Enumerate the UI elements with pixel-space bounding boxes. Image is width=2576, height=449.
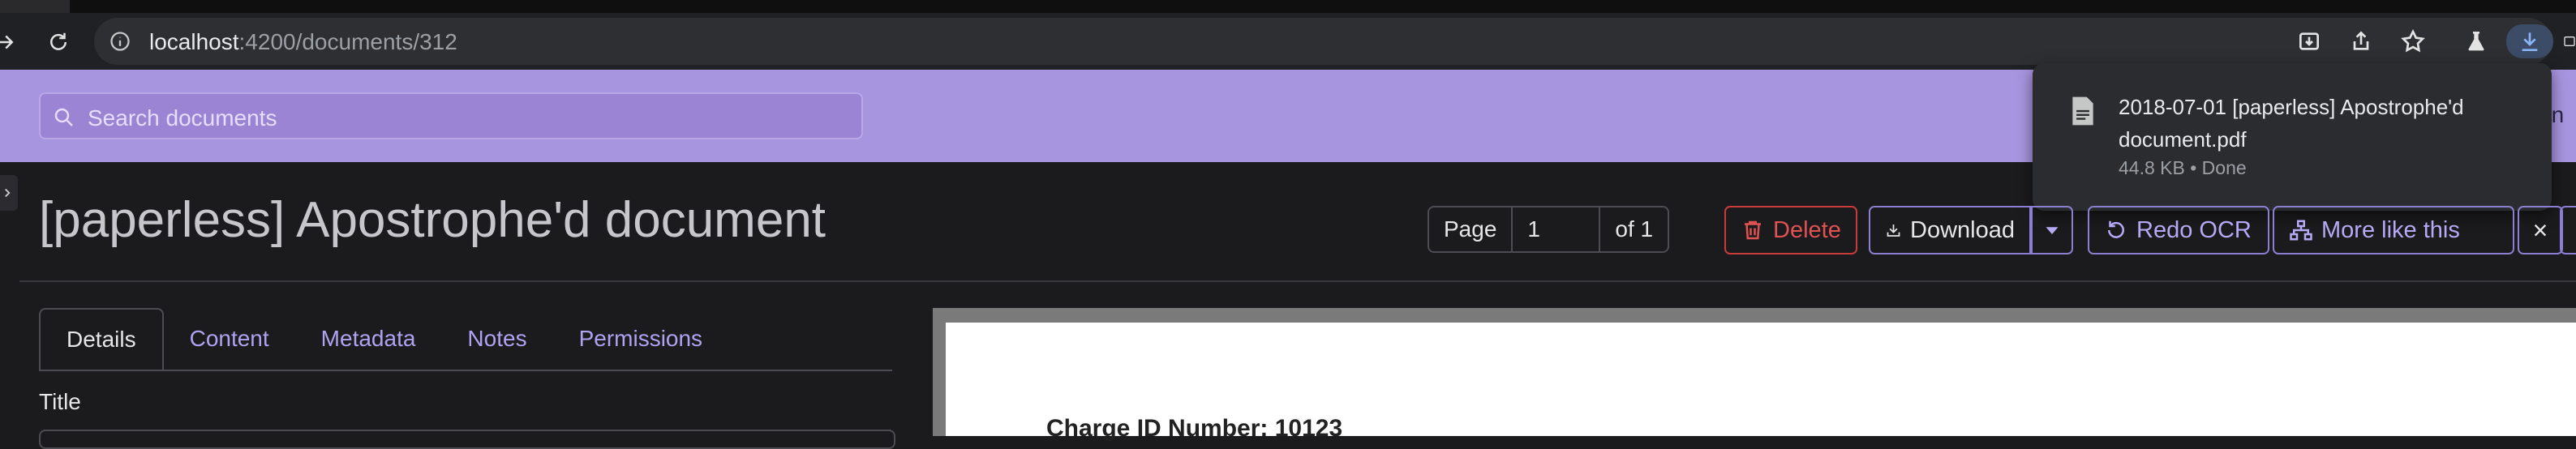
downloads-icon[interactable] bbox=[2506, 24, 2553, 58]
redo-icon bbox=[2108, 220, 2124, 238]
preview-text: Charge ID Number: 10123 bbox=[1046, 415, 1343, 442]
reload-icon[interactable] bbox=[42, 26, 75, 58]
tabs-underline bbox=[39, 370, 892, 371]
page-number-input[interactable]: 1 bbox=[1511, 207, 1599, 251]
tab-details[interactable]: Details bbox=[39, 308, 164, 370]
close-button[interactable]: × bbox=[2518, 206, 2563, 254]
download-label: Download bbox=[1910, 216, 2015, 243]
active-tab-edge[interactable] bbox=[0, 0, 70, 13]
labs-flask-icon[interactable] bbox=[2459, 24, 2493, 58]
download-dropdown-button[interactable] bbox=[2031, 206, 2073, 254]
search-icon bbox=[54, 108, 73, 126]
sidebar-toggle-icon[interactable] bbox=[0, 175, 18, 211]
tab-metadata[interactable]: Metadata bbox=[295, 308, 442, 370]
download-filename[interactable]: 2018-07-01 [paperless] Apostrophe'd docu… bbox=[2119, 91, 2540, 156]
title-field-label: Title bbox=[39, 389, 81, 414]
delete-label: Delete bbox=[1773, 216, 1841, 243]
file-icon bbox=[2072, 96, 2093, 126]
close-icon: × bbox=[2532, 215, 2548, 245]
download-status: 44.8 KB • Done bbox=[2119, 157, 2247, 178]
title-field[interactable] bbox=[39, 430, 895, 449]
tab-permissions[interactable]: Permissions bbox=[553, 308, 728, 370]
download-button[interactable]: Download bbox=[1869, 206, 2031, 254]
caret-down-icon bbox=[2046, 227, 2059, 234]
page-navigator: Page 1 of 1 bbox=[1428, 206, 1670, 253]
header-divider bbox=[19, 280, 2576, 282]
page-count: of 1 bbox=[1599, 207, 1668, 251]
tab-notes[interactable]: Notes bbox=[441, 308, 552, 370]
site-info-icon[interactable] bbox=[109, 30, 131, 53]
page-title[interactable]: [paperless] Apostrophe'd document bbox=[39, 191, 826, 249]
delete-button[interactable]: Delete bbox=[1724, 206, 1857, 254]
side-panel-icon[interactable] bbox=[2563, 24, 2576, 58]
diagram-icon bbox=[2290, 220, 2312, 241]
page-label: Page bbox=[1444, 216, 1497, 242]
detail-tabs: Details Content Metadata Notes Permissio… bbox=[39, 308, 728, 370]
url-host: localhost bbox=[149, 29, 239, 54]
trash-icon bbox=[1745, 220, 1761, 240]
url-path: :4200/documents/312 bbox=[238, 29, 457, 54]
install-icon[interactable] bbox=[2292, 24, 2326, 58]
download-icon bbox=[1887, 224, 1900, 237]
share-icon[interactable] bbox=[2344, 24, 2378, 58]
search-input[interactable]: Search documents bbox=[39, 92, 863, 139]
more-like-this-button[interactable]: More like this bbox=[2273, 206, 2514, 254]
bookmark-star-icon[interactable] bbox=[2396, 24, 2430, 58]
download-popup[interactable]: 2018-07-01 [paperless] Apostrophe'd docu… bbox=[2033, 63, 2552, 211]
search-placeholder: Search documents bbox=[88, 105, 277, 130]
next-button[interactable] bbox=[2560, 206, 2576, 254]
url-text[interactable]: localhost:4200/documents/312 bbox=[149, 29, 457, 55]
redo-ocr-label: Redo OCR bbox=[2136, 216, 2252, 243]
tab-content[interactable]: Content bbox=[164, 308, 295, 370]
forward-icon[interactable] bbox=[0, 26, 21, 58]
browser-toolbar: localhost:4200/documents/312 bbox=[0, 13, 2576, 70]
address-bar[interactable]: localhost:4200/documents/312 bbox=[94, 18, 2552, 65]
tab-strip bbox=[0, 0, 2576, 13]
document-preview[interactable]: Charge ID Number: 10123 bbox=[933, 308, 2576, 442]
redo-ocr-button[interactable]: Redo OCR bbox=[2088, 206, 2269, 254]
more-like-this-label: More like this bbox=[2321, 216, 2460, 243]
